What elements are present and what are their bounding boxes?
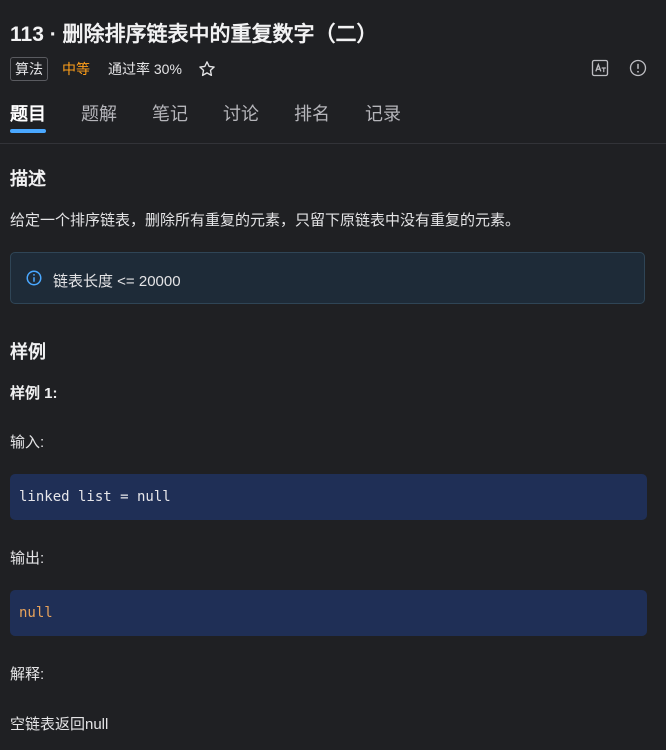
- description-heading: 描述: [10, 169, 46, 189]
- description-text: 给定一个排序链表，删除所有重复的元素，只留下原链表中没有重复的元素。: [10, 212, 521, 229]
- problem-meta: 算法 中等 通过率 30%: [10, 57, 216, 81]
- tabs-divider: [0, 143, 666, 144]
- pass-rate: 通过率 30%: [108, 61, 182, 77]
- explanation-text: 空链表返回null: [10, 716, 109, 733]
- constraint-note: 链表长度 <= 20000: [10, 252, 645, 304]
- problem-title: 113 · 删除排序链表中的重复数字（二）: [10, 23, 378, 46]
- example-1-title: 样例 1:: [10, 385, 58, 402]
- tab-records[interactable]: 记录: [365, 96, 401, 134]
- output-code-block: null: [10, 590, 647, 636]
- top-right-actions: [590, 58, 648, 78]
- problem-tabs: 题目 题解 笔记 讨论 排名 记录: [10, 96, 436, 140]
- algorithm-tag[interactable]: 算法: [10, 57, 48, 81]
- tab-solutions[interactable]: 题解: [81, 96, 117, 134]
- constraint-text: 链表长度 <= 20000: [53, 273, 181, 290]
- translate-icon[interactable]: [590, 58, 610, 78]
- tab-problem[interactable]: 题目: [10, 96, 46, 134]
- examples-heading: 样例: [10, 342, 46, 362]
- output-label: 输出:: [10, 550, 45, 567]
- tab-notes[interactable]: 笔记: [152, 96, 188, 134]
- problem-page: 113 · 删除排序链表中的重复数字（二） 算法 中等 通过率 30% 题目 题…: [0, 0, 666, 750]
- tab-ranking[interactable]: 排名: [294, 96, 330, 134]
- tab-discussion[interactable]: 讨论: [223, 96, 259, 134]
- info-circle-icon[interactable]: [628, 58, 648, 78]
- input-code-block: linked list = null: [10, 474, 647, 520]
- info-icon: [25, 269, 43, 287]
- explanation-label: 解释:: [10, 666, 45, 683]
- difficulty-label: 中等: [62, 61, 90, 77]
- star-icon[interactable]: [198, 60, 216, 78]
- input-label: 输入:: [10, 434, 45, 451]
